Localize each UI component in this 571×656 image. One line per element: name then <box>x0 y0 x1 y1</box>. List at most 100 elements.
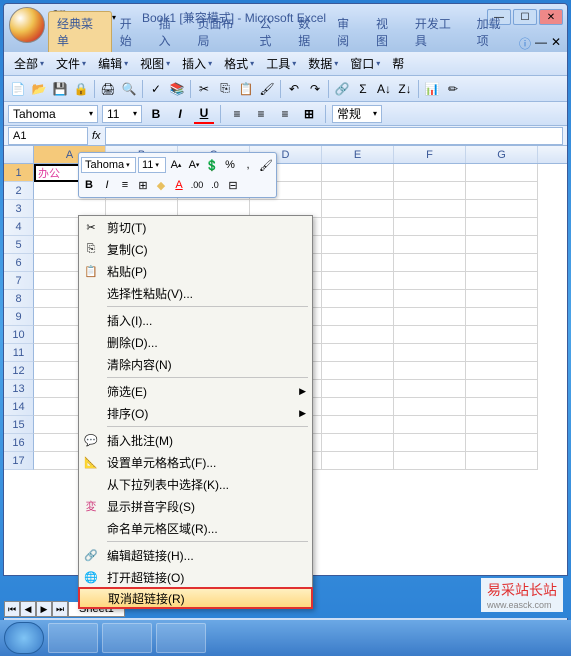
tab-insert[interactable]: 插入 <box>151 12 190 52</box>
mini-italic-button[interactable]: I <box>99 177 115 193</box>
spelling-icon[interactable]: ✓ <box>146 79 166 99</box>
col-header-e[interactable]: E <box>322 146 394 163</box>
cm-sort[interactable]: 排序(O)▶ <box>79 402 312 424</box>
font-size-select[interactable]: 11▾ <box>102 105 142 123</box>
cm-insert-comment[interactable]: 💬插入批注(M) <box>79 429 312 451</box>
merge-button[interactable]: ⊞ <box>299 104 319 124</box>
italic-button[interactable]: I <box>170 104 190 124</box>
row-header[interactable]: 16 <box>4 434 34 452</box>
cm-pick-from-dropdown[interactable]: 从下拉列表中选择(K)... <box>79 473 312 495</box>
row-header[interactable]: 6 <box>4 254 34 272</box>
sheet-nav-last[interactable]: ⏭ <box>52 601 68 617</box>
cell[interactable] <box>466 398 538 416</box>
cell[interactable] <box>394 326 466 344</box>
mini-font-size[interactable]: 11▾ <box>138 157 166 173</box>
mini-fill-color-icon[interactable]: ◆ <box>153 177 169 193</box>
cell[interactable] <box>394 344 466 362</box>
menu-file[interactable]: 文件▾ <box>50 53 92 74</box>
cell[interactable] <box>322 164 394 182</box>
cell[interactable] <box>466 290 538 308</box>
tab-developer[interactable]: 开发工具 <box>407 12 469 52</box>
cm-filter[interactable]: 筛选(E)▶ <box>79 380 312 402</box>
help-icon[interactable]: ⓘ <box>519 35 531 52</box>
cell[interactable] <box>322 218 394 236</box>
row-header[interactable]: 1 <box>4 164 34 182</box>
cell[interactable] <box>394 416 466 434</box>
mini-bold-button[interactable]: B <box>81 177 97 193</box>
tab-home[interactable]: 开始 <box>112 12 151 52</box>
cm-edit-hyperlink[interactable]: 🔗编辑超链接(H)... <box>79 544 312 566</box>
menu-tools[interactable]: 工具▾ <box>260 53 302 74</box>
format-painter-icon[interactable]: 🖌 <box>257 79 277 99</box>
cm-insert[interactable]: 插入(I)... <box>79 309 312 331</box>
mini-font-name[interactable]: Tahoma▾ <box>81 157 136 173</box>
menu-edit[interactable]: 编辑▾ <box>92 53 134 74</box>
sheet-nav-prev[interactable]: ◀ <box>20 601 36 617</box>
row-header[interactable]: 17 <box>4 452 34 470</box>
taskbar-item[interactable] <box>48 623 98 653</box>
sort-asc-icon[interactable]: A↓ <box>374 79 394 99</box>
mini-increase-decimal-icon[interactable]: .0 <box>207 177 223 193</box>
start-button[interactable] <box>4 622 44 654</box>
select-all-corner[interactable] <box>4 146 34 163</box>
taskbar-item[interactable] <box>156 623 206 653</box>
cell[interactable] <box>466 326 538 344</box>
cell[interactable] <box>394 164 466 182</box>
doc-minimize-button[interactable]: — <box>535 35 547 52</box>
row-header[interactable]: 7 <box>4 272 34 290</box>
cell[interactable] <box>394 452 466 470</box>
open-icon[interactable]: 📂 <box>29 79 49 99</box>
copy-icon[interactable]: ⎘ <box>215 79 235 99</box>
font-name-select[interactable]: Tahoma▾ <box>8 105 98 123</box>
cell[interactable] <box>466 380 538 398</box>
mini-font-color-icon[interactable]: A <box>171 177 187 193</box>
cell[interactable] <box>466 272 538 290</box>
cell[interactable] <box>466 434 538 452</box>
cell[interactable] <box>394 218 466 236</box>
cell[interactable] <box>394 398 466 416</box>
cell[interactable] <box>466 164 538 182</box>
mini-align-button[interactable]: ≡ <box>117 177 133 193</box>
cell[interactable] <box>466 200 538 218</box>
preview-icon[interactable]: 🔍 <box>119 79 139 99</box>
cm-cut[interactable]: ✂剪切(T) <box>79 216 312 238</box>
mini-percent-icon[interactable]: % <box>222 157 238 173</box>
row-header[interactable]: 15 <box>4 416 34 434</box>
cm-name-range[interactable]: 命名单元格区域(R)... <box>79 517 312 539</box>
menu-data[interactable]: 数据▾ <box>302 53 344 74</box>
menu-format[interactable]: 格式▾ <box>218 53 260 74</box>
close-button[interactable]: ✕ <box>539 9 563 25</box>
menu-all[interactable]: 全部▾ <box>8 53 50 74</box>
mini-grow-font-icon[interactable]: A▴ <box>168 157 184 173</box>
cell[interactable] <box>322 272 394 290</box>
cell[interactable] <box>466 362 538 380</box>
new-icon[interactable]: 📄 <box>8 79 28 99</box>
taskbar-item[interactable] <box>102 623 152 653</box>
cell[interactable] <box>466 236 538 254</box>
cm-open-hyperlink[interactable]: 🌐打开超链接(O) <box>79 566 312 588</box>
col-header-f[interactable]: F <box>394 146 466 163</box>
row-header[interactable]: 5 <box>4 236 34 254</box>
cell[interactable] <box>466 344 538 362</box>
autosum-icon[interactable]: Σ <box>353 79 373 99</box>
tab-page-layout[interactable]: 页面布局 <box>190 12 252 52</box>
cell[interactable] <box>394 290 466 308</box>
redo-icon[interactable]: ↷ <box>305 79 325 99</box>
cell[interactable] <box>322 434 394 452</box>
cell[interactable] <box>322 182 394 200</box>
cell[interactable] <box>394 272 466 290</box>
undo-icon[interactable]: ↶ <box>284 79 304 99</box>
cell[interactable] <box>466 254 538 272</box>
fx-button[interactable]: fx <box>92 130 101 142</box>
row-header[interactable]: 8 <box>4 290 34 308</box>
paste-icon[interactable]: 📋 <box>236 79 256 99</box>
cell[interactable] <box>466 416 538 434</box>
cell[interactable] <box>394 362 466 380</box>
bold-button[interactable]: B <box>146 104 166 124</box>
row-header[interactable]: 10 <box>4 326 34 344</box>
chart-icon[interactable]: 📊 <box>422 79 442 99</box>
office-button[interactable] <box>9 7 45 43</box>
cell[interactable] <box>466 452 538 470</box>
cell[interactable] <box>394 434 466 452</box>
print-icon[interactable]: 🖨 <box>98 79 118 99</box>
